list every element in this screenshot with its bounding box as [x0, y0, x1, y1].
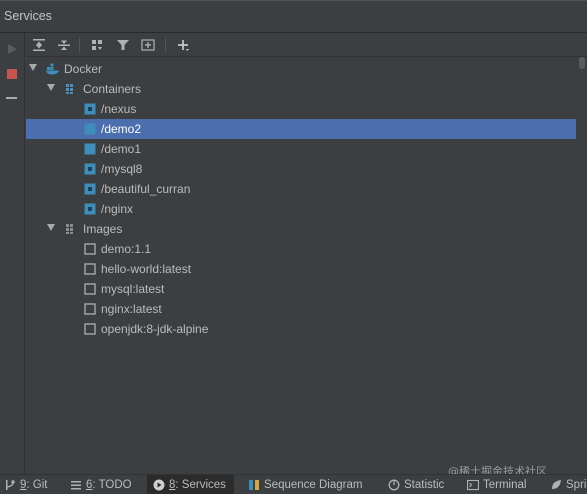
- services-tree[interactable]: Docker Containers /nexus /demo2 /demo1 /…: [26, 57, 576, 474]
- tab-todo[interactable]: 6: TODO: [70, 475, 132, 494]
- image-icon: [84, 323, 96, 335]
- toolbar-separator: [165, 38, 166, 52]
- image-item[interactable]: mysql:latest: [26, 279, 576, 299]
- services-toolbar: [26, 33, 587, 57]
- tab-git[interactable]: 9: Git: [4, 475, 48, 494]
- scrollbar-thumb[interactable]: [579, 57, 585, 69]
- image-item[interactable]: hello-world:latest: [26, 259, 576, 279]
- expand-arrow-icon[interactable]: [47, 224, 55, 231]
- image-item[interactable]: demo:1.1: [26, 239, 576, 259]
- tab-terminal[interactable]: Terminal: [466, 475, 527, 494]
- tab-services[interactable]: 8: Services: [147, 475, 234, 494]
- expand-arrow-icon[interactable]: [29, 64, 37, 71]
- image-icon: [84, 283, 96, 295]
- containers-group-icon: [65, 83, 77, 95]
- images-group-icon: [65, 223, 77, 235]
- running-container-icon: [84, 183, 96, 195]
- container-item[interactable]: /nexus: [26, 99, 576, 119]
- image-label: nginx:latest: [101, 302, 162, 316]
- git-branch-icon: [4, 479, 16, 491]
- vertical-scrollbar[interactable]: [576, 57, 587, 474]
- stopped-container-icon: [84, 123, 96, 135]
- tab-label: Statistic: [404, 478, 445, 491]
- image-icon: [84, 263, 96, 275]
- image-label: hello-world:latest: [101, 262, 192, 276]
- group-by-icon[interactable]: [88, 36, 106, 54]
- container-item[interactable]: /demo1: [26, 139, 576, 159]
- statistic-icon: [388, 479, 400, 491]
- running-container-icon: [84, 163, 96, 175]
- image-item[interactable]: openjdk:8-jdk-alpine: [26, 319, 576, 339]
- toolbar-separator: [79, 38, 80, 52]
- tree-node-label: Containers: [83, 82, 142, 96]
- services-icon: [153, 479, 165, 491]
- terminal-icon: [466, 479, 480, 491]
- filter-icon[interactable]: [114, 36, 132, 54]
- stop-icon[interactable]: [6, 65, 18, 79]
- container-label: /demo2: [101, 122, 142, 136]
- image-item[interactable]: nginx:latest: [26, 299, 576, 319]
- container-item[interactable]: /nginx: [26, 199, 576, 219]
- container-label: /demo1: [101, 142, 142, 156]
- image-label: openjdk:8-jdk-alpine: [101, 322, 209, 336]
- image-label: mysql:latest: [101, 282, 165, 296]
- tab-statistic[interactable]: Statistic: [388, 475, 444, 494]
- tab-label: : Git: [26, 478, 48, 491]
- image-icon: [84, 303, 96, 315]
- tab-spring[interactable]: Spri: [550, 475, 586, 494]
- tool-window-bar: 9: Git 6: TODO 8: Services Sequence Diag…: [0, 474, 587, 494]
- tab-label: : TODO: [92, 478, 132, 491]
- expand-all-icon[interactable]: [30, 36, 48, 54]
- tool-window-title: Services: [4, 9, 52, 23]
- image-icon: [84, 243, 96, 255]
- tab-label: : Services: [175, 478, 226, 491]
- container-label: /nginx: [101, 202, 134, 216]
- services-tool-window: Services Docker Containers /nexus /demo2…: [0, 0, 587, 494]
- container-label: /mysql8: [101, 162, 143, 176]
- tab-label: Spri: [566, 478, 587, 491]
- tab-label: Terminal: [483, 478, 527, 491]
- container-item[interactable]: /beautiful_curran: [26, 179, 576, 199]
- spring-icon: [550, 479, 562, 491]
- collapse-all-icon[interactable]: [55, 36, 73, 54]
- image-label: demo:1.1: [101, 242, 152, 256]
- tree-node-containers[interactable]: Containers: [26, 79, 576, 99]
- running-container-icon: [84, 203, 96, 215]
- tree-node-images[interactable]: Images: [26, 219, 576, 239]
- tree-node-label: Images: [83, 222, 123, 236]
- run-icon[interactable]: [6, 40, 18, 54]
- minimize-icon[interactable]: [6, 89, 18, 101]
- tree-node-docker[interactable]: Docker: [26, 59, 576, 79]
- left-action-strip: [0, 33, 25, 474]
- running-container-icon: [84, 103, 96, 115]
- expand-arrow-icon[interactable]: [47, 84, 55, 91]
- tool-window-header: Services: [0, 0, 587, 33]
- new-tab-icon[interactable]: [139, 36, 157, 54]
- tree-node-label: Docker: [64, 62, 103, 76]
- tab-label: Sequence Diagram: [264, 478, 363, 491]
- sequence-diagram-icon: [248, 479, 260, 491]
- container-item[interactable]: /mysql8: [26, 159, 576, 179]
- container-label: /beautiful_curran: [101, 182, 191, 196]
- container-label: /nexus: [101, 102, 137, 116]
- tab-sequence-diagram[interactable]: Sequence Diagram: [248, 475, 362, 494]
- docker-icon: [46, 63, 59, 75]
- container-item[interactable]: /demo2: [26, 119, 576, 139]
- add-service-icon[interactable]: [174, 36, 192, 54]
- stopped-container-icon: [84, 143, 96, 155]
- todo-list-icon: [70, 479, 82, 491]
